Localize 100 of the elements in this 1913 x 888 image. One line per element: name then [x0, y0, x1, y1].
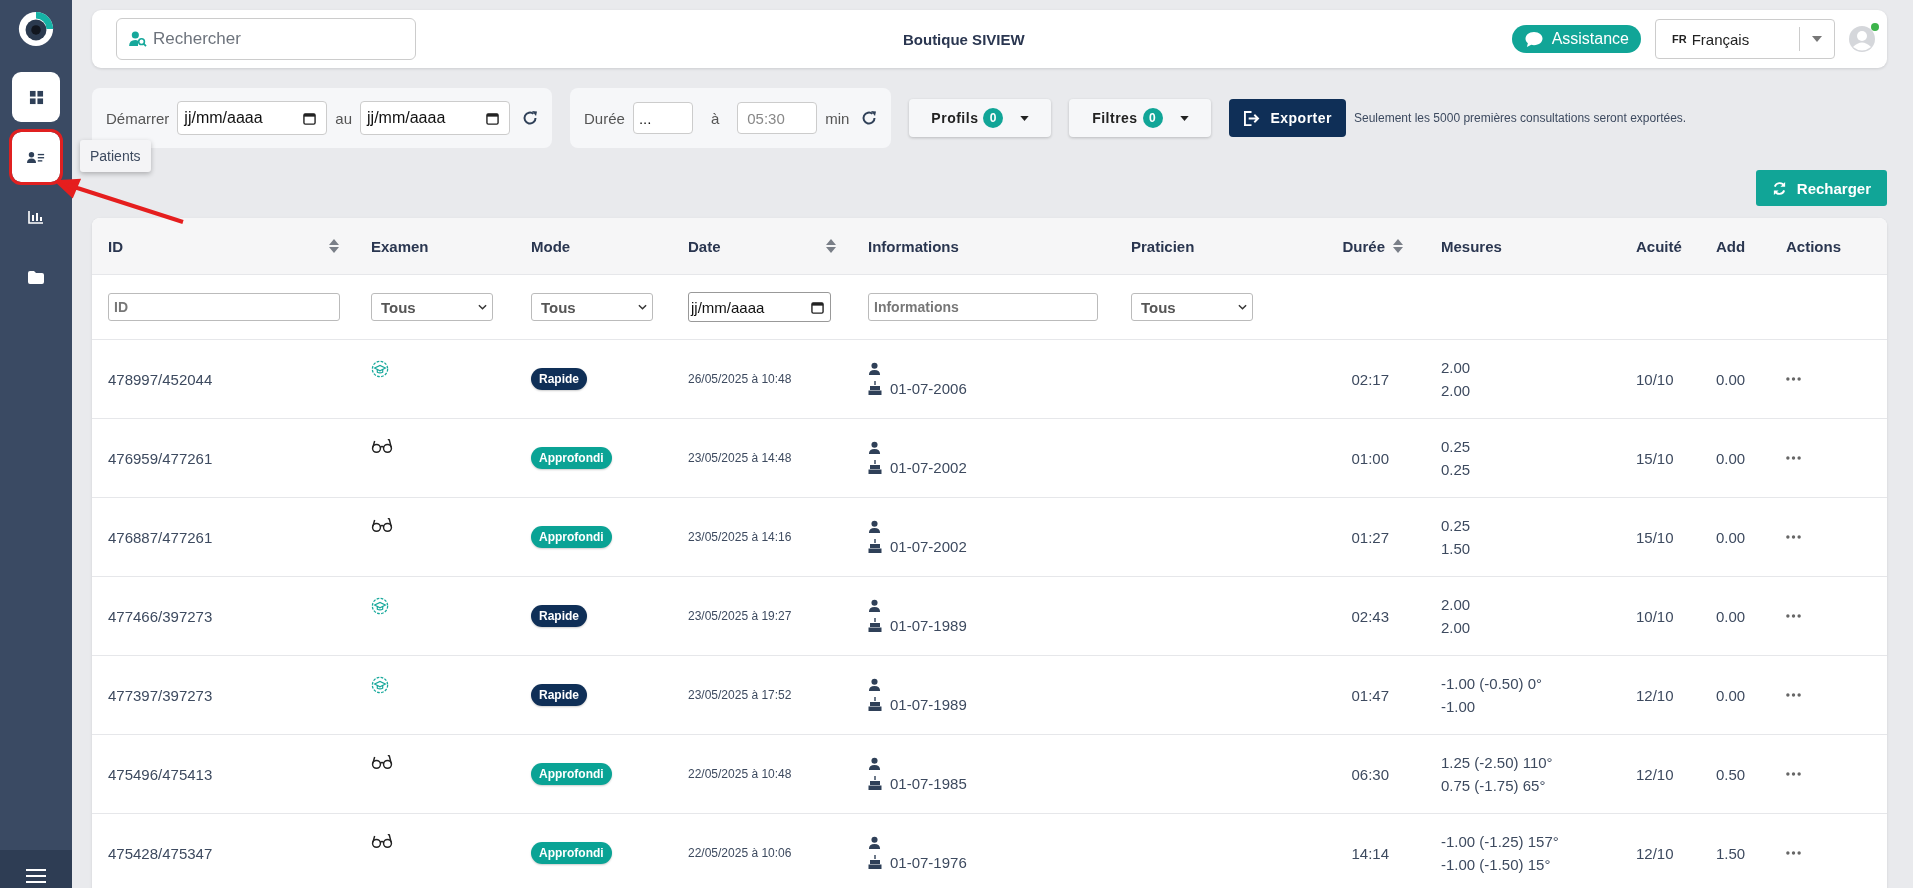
measure-text: -1.00: [1441, 698, 1476, 715]
column-header[interactable]: Durée: [1342, 237, 1385, 255]
eye-logo-icon: [17, 10, 55, 48]
duration-text: 01:47: [1351, 686, 1389, 704]
id-text: 478997/452044: [108, 370, 213, 388]
shop-title: Boutique SIVIEW: [901, 30, 1026, 48]
measure-text: 2.00: [1441, 596, 1471, 613]
user-avatar-icon[interactable]: [1849, 26, 1875, 52]
refresh-icon[interactable]: [861, 110, 878, 126]
date-text: 22/05/2025 à 10:48: [688, 767, 792, 781]
birth-date-text: 01-07-1989: [890, 616, 967, 634]
duration-from-field[interactable]: ...: [632, 102, 693, 134]
birth-date-text: 01-07-2006: [890, 379, 967, 397]
person-icon: [868, 519, 881, 533]
graduation-cap-icon: [371, 597, 389, 615]
duration-text: 02:17: [1351, 370, 1389, 388]
filter-select[interactable]: Tous: [531, 293, 653, 321]
filter-date-field[interactable]: jj/mm/aaaa: [688, 292, 831, 322]
filters-dropdown[interactable]: Filtres 0: [1069, 99, 1212, 137]
end-date-field[interactable]: jj/mm/aaaa: [360, 101, 511, 135]
profiles-dropdown[interactable]: Profils 0: [909, 99, 1052, 137]
id-text: 476887/477261: [108, 528, 213, 546]
sort-icon[interactable]: [1393, 239, 1403, 253]
sidebar-dashboard-button[interactable]: [12, 72, 60, 122]
birthday-cake-icon: [868, 697, 882, 711]
measure-text: -1.00 (-1.50) 15°: [1441, 856, 1551, 873]
glasses-icon: [371, 518, 393, 533]
more-actions-icon[interactable]: [1786, 456, 1801, 460]
column-header[interactable]: Date: [688, 237, 721, 255]
more-actions-icon[interactable]: [1786, 614, 1801, 618]
more-actions-icon[interactable]: [1786, 772, 1801, 776]
person-icon: [868, 361, 881, 375]
graduation-cap-icon: [371, 360, 389, 378]
duration-text: 01:27: [1351, 528, 1389, 546]
caret-icon: [1179, 115, 1189, 121]
mode-badge: Rapide: [531, 684, 587, 706]
column-header[interactable]: ID: [108, 237, 123, 255]
person-icon: [868, 835, 881, 849]
measure-text: 2.00: [1441, 382, 1471, 399]
acuity-text: 10/10: [1636, 607, 1674, 625]
more-actions-icon[interactable]: [1786, 377, 1801, 381]
minutes-label: min: [825, 109, 850, 127]
menu-icon[interactable]: [26, 868, 46, 884]
measure-text: 0.25: [1441, 461, 1471, 478]
birthday-cake-icon: [868, 776, 882, 790]
filter-select[interactable]: Tous: [1131, 293, 1253, 321]
date-text: 23/05/2025 à 17:52: [688, 688, 792, 702]
glasses-icon: [371, 834, 393, 849]
person-icon: [868, 598, 881, 612]
id-text: 477466/397273: [108, 607, 213, 625]
birth-date-text: 01-07-2002: [890, 458, 967, 476]
filter-field[interactable]: ID: [108, 293, 340, 321]
id-text: 475496/475413: [108, 765, 213, 783]
export-button[interactable]: Exporter: [1229, 99, 1346, 137]
acuity-text: 15/10: [1636, 528, 1674, 546]
date-text: 22/05/2025 à 10:06: [688, 846, 792, 860]
measure-text: 2.00: [1441, 619, 1471, 636]
user-search-icon: [129, 31, 147, 47]
mode-badge: Rapide: [531, 605, 587, 627]
folder-icon: [28, 270, 44, 284]
birthday-cake-icon: [868, 618, 882, 632]
language-select[interactable]: FR Français: [1655, 19, 1835, 59]
birthday-cake-icon: [868, 381, 882, 395]
mode-badge: Approfondi: [531, 447, 612, 469]
count-badge: 0: [1142, 108, 1163, 128]
addition-text: 1.50: [1716, 844, 1746, 862]
birth-date-text: 01-07-2002: [890, 537, 967, 555]
column-header: Mode: [531, 237, 571, 255]
sync-icon: [1771, 180, 1787, 196]
date-text: 26/05/2025 à 10:48: [688, 372, 792, 386]
more-actions-icon[interactable]: [1786, 693, 1801, 697]
caret-icon: [1020, 115, 1030, 121]
chat-bubble-icon: [1523, 30, 1544, 48]
mode-badge: Approfondi: [531, 526, 612, 548]
column-header: Praticien: [1131, 237, 1195, 255]
sort-icon[interactable]: [329, 239, 339, 253]
export-note: Seulement les 5000 premières consultations seront exportées.: [1354, 111, 1687, 125]
to-label: à: [710, 109, 720, 127]
column-header: Actions: [1786, 237, 1841, 255]
search-field[interactable]: Rechercher: [116, 18, 416, 60]
sort-icon[interactable]: [826, 239, 836, 253]
filter-select[interactable]: Tous: [371, 293, 493, 321]
date-text: 23/05/2025 à 14:48: [688, 451, 792, 465]
start-date-field[interactable]: jj/mm/aaaa: [177, 101, 328, 135]
refresh-icon[interactable]: [522, 110, 539, 126]
id-text: 477397/397273: [108, 686, 213, 704]
filter-field[interactable]: Informations: [868, 293, 1098, 321]
sidebar-patients-button[interactable]: [12, 132, 60, 182]
duration-to-field[interactable]: 05:30: [737, 102, 818, 134]
more-actions-icon[interactable]: [1786, 535, 1801, 539]
measure-text: 1.25 (-2.50) 110°: [1441, 754, 1553, 771]
graduation-cap-icon: [371, 676, 389, 694]
mode-badge: Approfondi: [531, 842, 612, 864]
birth-date-text: 01-07-1985: [890, 774, 967, 792]
birth-date-text: 01-07-1989: [890, 695, 967, 713]
birthday-cake-icon: [868, 460, 882, 474]
chevron-down-icon: [638, 304, 647, 310]
birth-date-text: 01-07-1976: [890, 853, 967, 871]
more-actions-icon[interactable]: [1786, 851, 1801, 855]
column-header: Informations: [868, 237, 959, 255]
